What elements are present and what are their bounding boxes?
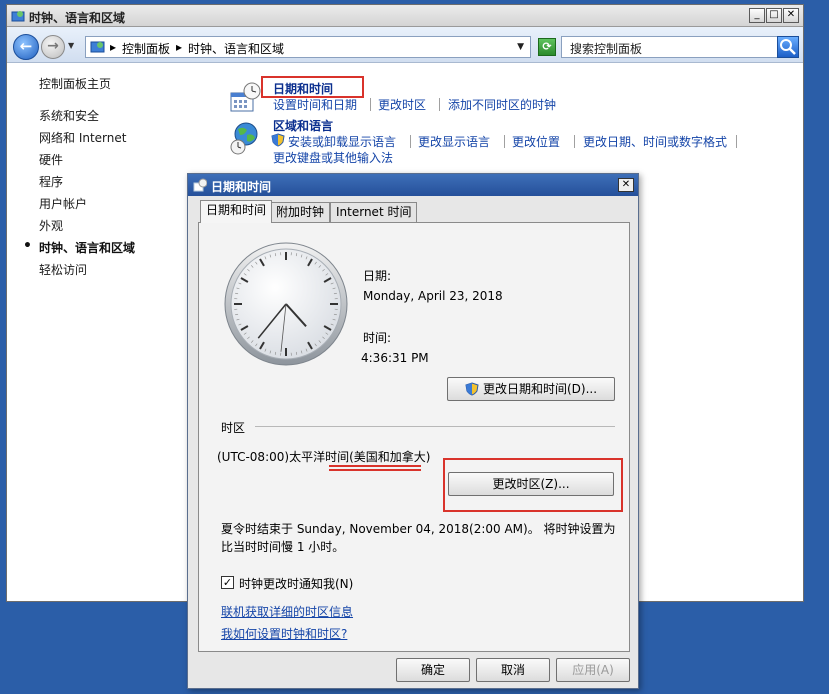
dialog-close-button[interactable]: ✕ bbox=[618, 178, 634, 192]
link-change-keyboard[interactable]: 更改键盘或其他输入法 bbox=[273, 149, 393, 166]
category-region-language-title[interactable]: 区域和语言 bbox=[273, 117, 333, 134]
calendar-clock-icon bbox=[193, 178, 207, 192]
dialog-title: 日期和时间 bbox=[211, 180, 272, 194]
dst-text-line2: 比当时时间慢 1 小时。 bbox=[221, 540, 345, 554]
separator bbox=[410, 135, 411, 148]
chevron-down-icon[interactable]: ▼ bbox=[517, 42, 524, 52]
refresh-icon: ⟳ bbox=[542, 40, 552, 53]
checkmark-icon: ✓ bbox=[222, 576, 233, 589]
sidebar-item-system-security[interactable]: 系统和安全 bbox=[39, 107, 99, 124]
active-bullet-icon: • bbox=[23, 238, 32, 254]
window-titlebar[interactable]: 时钟、语言和区域 _ □ ✕ bbox=[7, 5, 803, 27]
separator bbox=[370, 98, 371, 111]
arrow-right-icon: → bbox=[47, 38, 59, 54]
shield-icon bbox=[465, 382, 479, 396]
timezone-label: 时区 bbox=[221, 421, 246, 435]
tab-panel-date-time: 日期: Monday, April 23, 2018 时间: 4:36:31 P… bbox=[198, 222, 630, 652]
separator bbox=[504, 135, 505, 148]
minimize-button[interactable]: _ bbox=[749, 8, 765, 23]
change-date-time-button[interactable]: 更改日期和时间(D)... bbox=[447, 377, 615, 401]
sidebar-item-user-accounts[interactable]: 用户帐户 bbox=[39, 195, 87, 212]
link-change-timezone[interactable]: 更改时区 bbox=[378, 96, 426, 113]
date-value: Monday, April 23, 2018 bbox=[363, 289, 503, 303]
window-title: 时钟、语言和区域 bbox=[29, 11, 126, 25]
highlight-underline bbox=[329, 469, 421, 471]
link-change-formats[interactable]: 更改日期、时间或数字格式 bbox=[583, 133, 727, 150]
control-panel-icon bbox=[11, 11, 25, 22]
breadcrumb-chevron-icon[interactable]: ▸ bbox=[176, 40, 182, 54]
recent-pages-dropdown-icon[interactable]: ▼ bbox=[68, 41, 74, 50]
address-bar: ← → ▼ ▸ 控制面板 ▸ 时钟、语言和区域 ▼ ⟳ 搜索控制面板 bbox=[7, 27, 803, 63]
ok-button[interactable]: 确定 bbox=[396, 658, 470, 682]
sidebar-item-hardware[interactable]: 硬件 bbox=[39, 151, 63, 168]
time-label: 时间: bbox=[363, 331, 392, 345]
search-button[interactable] bbox=[777, 36, 799, 58]
highlight-box bbox=[261, 76, 364, 98]
refresh-button[interactable]: ⟳ bbox=[538, 38, 556, 56]
notify-checkbox[interactable]: ✓ bbox=[221, 576, 234, 589]
highlight-underline bbox=[329, 465, 421, 467]
search-input[interactable]: 搜索控制面板 bbox=[561, 36, 799, 58]
link-install-display-language[interactable]: 安装或卸载显示语言 bbox=[288, 133, 396, 150]
maximize-button[interactable]: □ bbox=[766, 8, 782, 23]
analog-clock bbox=[224, 242, 348, 366]
shield-icon bbox=[271, 133, 285, 147]
divider bbox=[255, 426, 615, 427]
cancel-button[interactable]: 取消 bbox=[476, 658, 550, 682]
arrow-left-icon: ← bbox=[19, 37, 33, 55]
sidebar-item-network[interactable]: 网络和 Internet bbox=[39, 129, 126, 146]
link-set-time-date[interactable]: 设置时间和日期 bbox=[273, 96, 357, 113]
close-button[interactable]: ✕ bbox=[783, 8, 799, 23]
tab-date-time[interactable]: 日期和时间 bbox=[200, 200, 273, 223]
time-value: 4:36:31 PM bbox=[361, 351, 429, 365]
globe-clock-icon[interactable] bbox=[229, 121, 263, 157]
separator bbox=[439, 98, 440, 111]
apply-button[interactable]: 应用(A) bbox=[556, 658, 630, 682]
link-change-display-language[interactable]: 更改显示语言 bbox=[418, 133, 490, 150]
breadcrumb-control-panel[interactable]: 控制面板 bbox=[122, 40, 170, 57]
sidebar-item-clock-language-region[interactable]: • 时钟、语言和区域 bbox=[23, 238, 135, 256]
back-button[interactable]: ← bbox=[13, 34, 39, 60]
breadcrumb-chevron-icon[interactable]: ▸ bbox=[110, 40, 116, 54]
separator bbox=[574, 135, 575, 148]
search-icon bbox=[780, 39, 796, 55]
dialog-titlebar[interactable]: 日期和时间 ✕ bbox=[188, 174, 638, 196]
separator bbox=[736, 135, 737, 148]
tab-additional-clocks[interactable]: 附加时钟 bbox=[270, 202, 331, 222]
link-change-location[interactable]: 更改位置 bbox=[512, 133, 560, 150]
sidebar-item-appearance[interactable]: 外观 bbox=[39, 217, 63, 234]
breadcrumb-clock-language-region[interactable]: 时钟、语言和区域 bbox=[188, 40, 284, 57]
tab-internet-time[interactable]: Internet 时间 bbox=[330, 202, 418, 222]
sidebar-item-ease-of-access[interactable]: 轻松访问 bbox=[39, 261, 87, 278]
change-timezone-button[interactable]: 更改时区(Z)... bbox=[448, 472, 614, 496]
calendar-clock-icon[interactable] bbox=[229, 81, 263, 115]
link-how-to-set-clock[interactable]: 我如何设置时钟和时区? bbox=[221, 625, 347, 642]
link-online-timezone-info[interactable]: 联机获取详细的时区信息 bbox=[221, 603, 353, 620]
timezone-value: (UTC-08:00)太平洋时间(美国和加拿大) bbox=[217, 450, 431, 464]
search-placeholder: 搜索控制面板 bbox=[570, 42, 643, 56]
control-panel-icon bbox=[90, 41, 105, 53]
sidebar-item-programs[interactable]: 程序 bbox=[39, 173, 63, 190]
notify-checkbox-label[interactable]: 时钟更改时通知我(N) bbox=[239, 575, 353, 592]
date-label: 日期: bbox=[363, 269, 392, 283]
dst-text-line1: 夏令时结束于 Sunday, November 04, 2018(2:00 AM… bbox=[221, 522, 616, 536]
date-time-dialog: 日期和时间 ✕ 日期和时间 附加时钟 Internet 时间 日期: Monda… bbox=[187, 173, 639, 689]
sidebar-item-home[interactable]: 控制面板主页 bbox=[39, 75, 111, 92]
forward-button[interactable]: → bbox=[41, 35, 65, 59]
link-add-clocks[interactable]: 添加不同时区的时钟 bbox=[448, 96, 556, 113]
address-input[interactable]: ▸ 控制面板 ▸ 时钟、语言和区域 ▼ bbox=[85, 36, 531, 58]
